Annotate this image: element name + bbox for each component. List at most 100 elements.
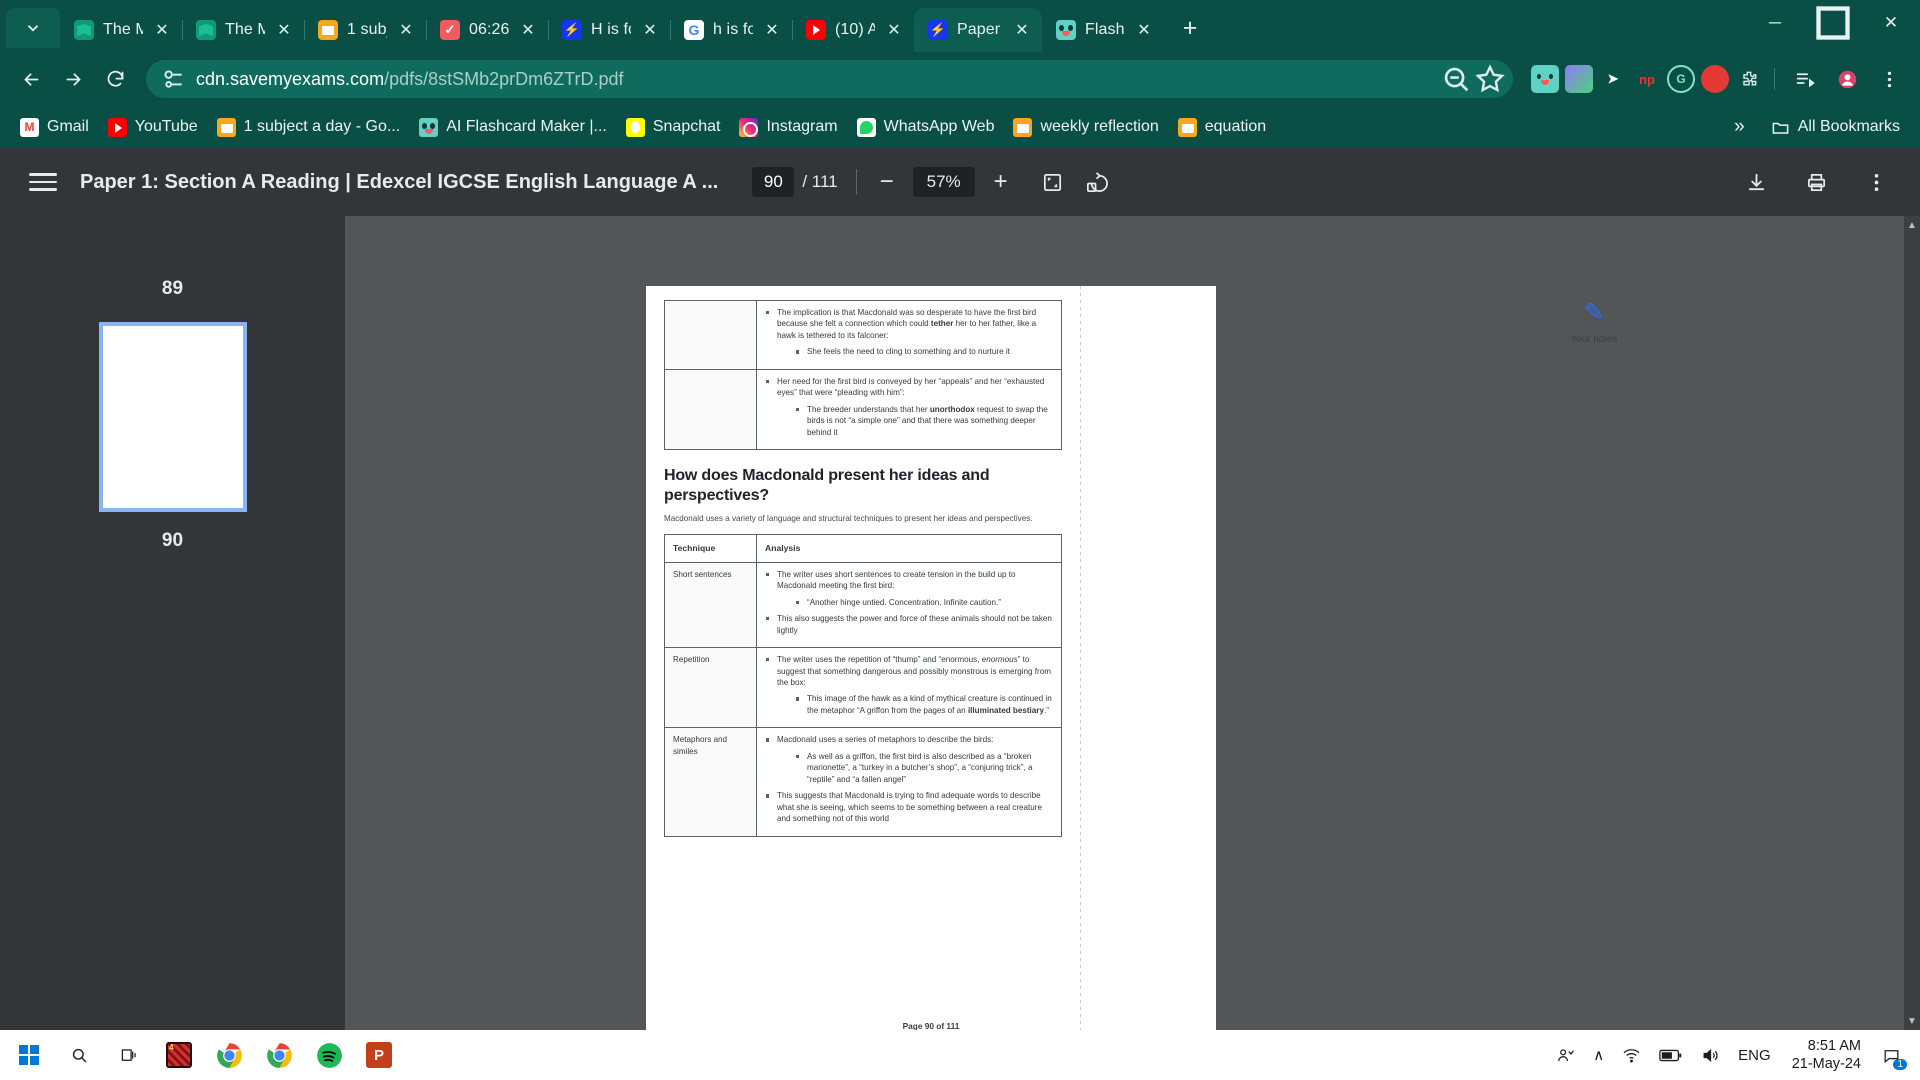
battery-icon[interactable]: [1652, 1032, 1690, 1078]
spotify-icon[interactable]: [304, 1032, 354, 1078]
all-bookmarks-button[interactable]: All Bookmarks: [1763, 113, 1908, 142]
thumbnail-page-current[interactable]: [98, 322, 247, 512]
close-icon[interactable]: ✕: [274, 20, 294, 40]
zoom-controls: − 57% +: [875, 167, 1013, 197]
zoom-out-icon[interactable]: [1439, 62, 1473, 96]
forward-arrow-icon[interactable]: [54, 60, 92, 98]
wifi-icon[interactable]: [1615, 1032, 1648, 1078]
page-number-input[interactable]: 90: [752, 167, 795, 197]
rotate-icon[interactable]: [1075, 160, 1119, 204]
minimize-button[interactable]: ─: [1746, 0, 1804, 46]
cursor-extension[interactable]: ➤: [1599, 65, 1627, 93]
close-icon[interactable]: ✕: [1134, 20, 1154, 40]
bookmark-item[interactable]: 1 subject a day - Go...: [209, 113, 409, 142]
bookmark-item[interactable]: Snapchat: [618, 113, 729, 142]
browser-tab[interactable]: The Mar ✕: [182, 8, 305, 52]
close-icon[interactable]: ✕: [640, 20, 660, 40]
reload-icon[interactable]: [96, 60, 134, 98]
tab-search-button[interactable]: [6, 8, 60, 48]
bookmark-item[interactable]: YouTube: [100, 113, 206, 142]
analysis-cell: The writer uses short sentences to creat…: [756, 561, 1062, 649]
toolbar-divider: [1774, 68, 1775, 90]
mint-robot-extension[interactable]: [1531, 65, 1559, 93]
address-bar[interactable]: cdn.savemyexams.com/pdfs/8stSMb2prDm6ZTr…: [146, 60, 1513, 98]
powerpoint-icon[interactable]: P: [354, 1032, 404, 1078]
new-tab-button[interactable]: +: [1170, 8, 1210, 48]
close-icon[interactable]: ✕: [884, 20, 904, 40]
bookmark-label: equation: [1204, 118, 1267, 135]
app-tile-icon[interactable]: 4: [154, 1032, 204, 1078]
doc-scroll-down-arrow[interactable]: ▼: [1904, 1012, 1920, 1030]
volume-icon[interactable]: [1694, 1032, 1727, 1078]
document-area[interactable]: ✎ Your notes The implication is that Mac…: [345, 216, 1920, 1030]
chrome-menu-icon[interactable]: [1870, 60, 1908, 98]
doc-scroll-up-arrow[interactable]: ▲: [1904, 216, 1920, 234]
book-icon: [74, 20, 94, 40]
url-domain: cdn.savemyexams.com: [196, 68, 385, 89]
zoom-level-value[interactable]: 57%: [912, 167, 975, 197]
bookmarks-overflow-button[interactable]: »: [1726, 111, 1753, 143]
bookmark-item[interactable]: M Gmail: [12, 113, 97, 142]
more-vertical-icon[interactable]: [1854, 160, 1898, 204]
bullet-list: The implication is that Macdonald was so…: [765, 307, 1053, 358]
language-indicator[interactable]: ENG: [1731, 1032, 1778, 1078]
page-footer: Page 90 of 111 © 2015 - 2024 Save My Exa…: [646, 1021, 1216, 1030]
browser-tab[interactable]: Gh is for ✕: [670, 8, 793, 52]
bookmark-item[interactable]: weekly reflection: [1005, 113, 1166, 142]
close-icon[interactable]: ✕: [152, 20, 172, 40]
reading-list-icon[interactable]: [1786, 60, 1824, 98]
profile-avatar[interactable]: [1828, 60, 1866, 98]
browser-tab[interactable]: ⚡ H is for ✕: [548, 8, 671, 52]
bookmark-item[interactable]: WhatsApp Web: [849, 113, 1003, 142]
browser-tab[interactable]: 1 subjec ✕: [304, 8, 427, 52]
star-icon[interactable]: [1473, 62, 1507, 96]
search-icon[interactable]: [54, 1032, 104, 1078]
back-arrow-icon[interactable]: [12, 60, 50, 98]
red-circle-extension[interactable]: [1701, 65, 1729, 93]
grammarly-extension[interactable]: G: [1667, 65, 1695, 93]
hamburger-icon[interactable]: [22, 161, 64, 203]
book-icon: [196, 20, 216, 40]
url-text[interactable]: cdn.savemyexams.com/pdfs/8stSMb2prDm6ZTr…: [186, 69, 1439, 90]
np-extension[interactable]: np: [1633, 65, 1661, 93]
close-button[interactable]: ✕: [1862, 0, 1920, 46]
sub-bullet-item: “Another hinge untied. Concentration. In…: [795, 597, 1053, 608]
people-icon[interactable]: [1549, 1032, 1582, 1078]
clock[interactable]: 8:51 AM 21-May-24: [1782, 1037, 1871, 1073]
close-icon[interactable]: ✕: [1012, 20, 1032, 40]
maximize-button[interactable]: [1804, 0, 1862, 46]
pdf-body: 89 90 ▲ ▼ ✎ Your notes: [0, 216, 1920, 1030]
browser-tab[interactable]: Flashcar ✕: [1042, 8, 1164, 52]
print-icon[interactable]: [1794, 160, 1838, 204]
bookmark-item[interactable]: AI Flashcard Maker |...: [411, 113, 615, 142]
fit-page-icon[interactable]: [1031, 160, 1075, 204]
notification-center-button[interactable]: 1: [1875, 1032, 1908, 1078]
chrome-icon-2[interactable]: [254, 1032, 304, 1078]
tab-title: The Mar: [103, 21, 143, 38]
browser-tab[interactable]: ⚡ Paper 1: ✕: [914, 8, 1042, 52]
snapchat-icon: [625, 117, 645, 137]
browser-tab[interactable]: The Mar ✕: [60, 8, 183, 52]
purple-shield-extension[interactable]: [1565, 65, 1593, 93]
close-icon[interactable]: ✕: [762, 20, 782, 40]
document-scrollbar[interactable]: ▲ ▼: [1904, 216, 1920, 1030]
chrome-icon[interactable]: [204, 1032, 254, 1078]
tab-title: The Mar: [225, 21, 265, 38]
puzzle-extension[interactable]: [1735, 65, 1763, 93]
whatsapp-icon: [856, 117, 876, 137]
browser-tab[interactable]: ✓ 06:26 - ✕: [426, 8, 549, 52]
site-info-icon[interactable]: [160, 66, 186, 92]
bookmark-item[interactable]: equation: [1170, 113, 1274, 142]
analysis-cell: The writer uses the repetition of “thump…: [756, 647, 1062, 729]
task-view-icon[interactable]: [104, 1032, 154, 1078]
orange-doc-icon: [1013, 117, 1033, 137]
close-icon[interactable]: ✕: [396, 20, 416, 40]
start-button[interactable]: [4, 1032, 54, 1078]
browser-tab[interactable]: (10) Ana ✕: [792, 8, 915, 52]
tray-chevron-icon[interactable]: ∧: [1586, 1032, 1611, 1078]
zoom-in-button[interactable]: +: [989, 170, 1013, 194]
zoom-out-button[interactable]: −: [875, 170, 899, 194]
close-icon[interactable]: ✕: [518, 20, 538, 40]
bookmark-item[interactable]: Instagram: [731, 113, 845, 142]
download-icon[interactable]: [1734, 160, 1778, 204]
